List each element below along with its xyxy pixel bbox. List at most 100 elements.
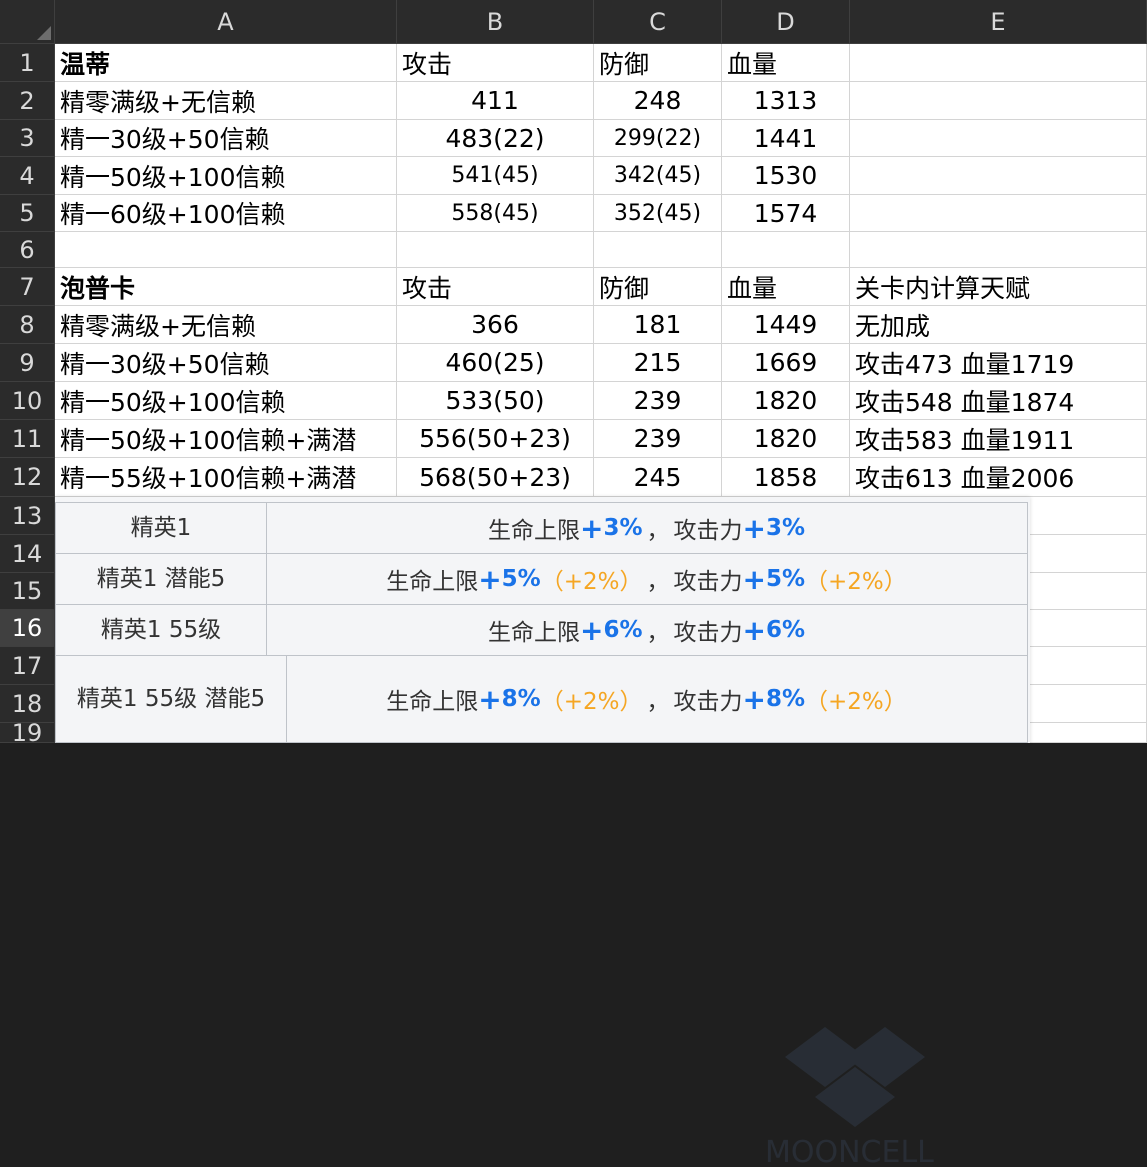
cell-d2[interactable]: 1313: [722, 82, 850, 120]
cell-a9[interactable]: 精一30级+50信赖: [55, 344, 397, 382]
hp-plus-icon: +: [579, 511, 604, 545]
cell-c10[interactable]: 239: [594, 382, 722, 420]
cell-b4[interactable]: 541(45): [397, 157, 594, 195]
cell-d11[interactable]: 1820: [722, 420, 850, 458]
cell-a10[interactable]: 精一50级+100信赖: [55, 382, 397, 420]
column-header-b[interactable]: B: [397, 0, 594, 44]
cell-e3[interactable]: [850, 120, 1147, 157]
cell-a5[interactable]: 精一60级+100信赖: [55, 195, 397, 232]
cell-b5[interactable]: 558(45): [397, 195, 594, 232]
row-header-6[interactable]: 6: [0, 232, 55, 268]
cell-c3[interactable]: 299(22): [594, 120, 722, 157]
cell-b8[interactable]: 366: [397, 306, 594, 344]
row-header-17[interactable]: 17: [0, 647, 55, 685]
cell-d12[interactable]: 1858: [722, 458, 850, 497]
cell-d3[interactable]: 1441: [722, 120, 850, 157]
cell-b7[interactable]: 攻击: [397, 268, 594, 306]
cell-e9[interactable]: 攻击473 血量1719: [850, 344, 1147, 382]
row-header-13[interactable]: 13: [0, 497, 55, 535]
row-header-1[interactable]: 1: [0, 44, 55, 82]
elite-bonus-table: MOONCELL 精英1 生命上限 +3%，攻击力 +3% 精英1 潜能5 生命上限 +5%…: [55, 497, 1030, 1167]
elite-bonus-row: 精英1 55级 生命上限 +6%，攻击力 +6%: [55, 604, 1028, 656]
row-header-15[interactable]: 15: [0, 573, 55, 610]
row-header-4[interactable]: 4: [0, 157, 55, 195]
cell-e11[interactable]: 攻击583 血量1911: [850, 420, 1147, 458]
hp-plus-icon: +: [478, 682, 502, 716]
cell-a4[interactable]: 精一50级+100信赖: [55, 157, 397, 195]
atk-potential-extra: （+2%）: [805, 569, 907, 595]
cell-c8[interactable]: 181: [594, 306, 722, 344]
cell-e8[interactable]: 无加成: [850, 306, 1147, 344]
cell-b12[interactable]: 568(50+23): [397, 458, 594, 497]
cell-a12[interactable]: 精一55级+100信赖+满潜: [55, 458, 397, 497]
separator: ，: [646, 569, 670, 595]
cell-c9[interactable]: 215: [594, 344, 722, 382]
elite-stage-label: 精英1: [56, 503, 267, 553]
cell-c2[interactable]: 248: [594, 82, 722, 120]
cell-a8[interactable]: 精零满级+无信赖: [55, 306, 397, 344]
row-header-8[interactable]: 8: [0, 306, 55, 344]
cell-b11[interactable]: 556(50+23): [397, 420, 594, 458]
atk-label: 攻击力: [673, 569, 743, 595]
cell-a1[interactable]: 温蒂: [55, 44, 397, 82]
cell-b6[interactable]: [397, 232, 594, 268]
cell-d1[interactable]: 血量: [722, 44, 850, 82]
column-header-a[interactable]: A: [55, 0, 397, 44]
row-header-14[interactable]: 14: [0, 535, 55, 573]
cell-b1[interactable]: 攻击: [397, 44, 594, 82]
cell-e7[interactable]: 关卡内计算天赋: [850, 268, 1147, 306]
cell-e5[interactable]: [850, 195, 1147, 232]
row-header-5[interactable]: 5: [0, 195, 55, 232]
elite-stage-label: 精英1 55级: [56, 605, 267, 655]
row-header-19[interactable]: 19: [0, 721, 55, 745]
cell-d6[interactable]: [722, 232, 850, 268]
column-header-c[interactable]: C: [594, 0, 722, 44]
row-header-2[interactable]: 2: [0, 82, 55, 120]
hp-plus-icon: +: [579, 613, 604, 647]
hp-bonus-value: 3%: [603, 515, 643, 541]
cell-a7[interactable]: 泡普卡: [55, 268, 397, 306]
column-header-d[interactable]: D: [722, 0, 850, 44]
cell-c11[interactable]: 239: [594, 420, 722, 458]
cell-e10[interactable]: 攻击548 血量1874: [850, 382, 1147, 420]
cell-b3[interactable]: 483(22): [397, 120, 594, 157]
elite-bonus-row: 精英1 55级 潜能5 生命上限 +8% （+2%），攻击力 +8% （+2%）: [55, 655, 1028, 743]
cell-d7[interactable]: 血量: [722, 268, 850, 306]
cell-d10[interactable]: 1820: [722, 382, 850, 420]
cell-b10[interactable]: 533(50): [397, 382, 594, 420]
cell-d4[interactable]: 1530: [722, 157, 850, 195]
cell-e1[interactable]: [850, 44, 1147, 82]
row-header-18[interactable]: 18: [0, 685, 55, 723]
cell-d8[interactable]: 1449: [722, 306, 850, 344]
row-header-7[interactable]: 7: [0, 268, 55, 306]
atk-plus-icon: +: [742, 562, 766, 596]
cell-d5[interactable]: 1574: [722, 195, 850, 232]
row-header-16[interactable]: 16: [0, 610, 55, 647]
hp-bonus-value: 6%: [603, 617, 643, 643]
cell-c6[interactable]: [594, 232, 722, 268]
cell-c4[interactable]: 342(45): [594, 157, 722, 195]
row-header-12[interactable]: 12: [0, 458, 55, 497]
cell-a2[interactable]: 精零满级+无信赖: [55, 82, 397, 120]
cell-c1[interactable]: 防御: [594, 44, 722, 82]
cell-d9[interactable]: 1669: [722, 344, 850, 382]
row-header-10[interactable]: 10: [0, 382, 55, 420]
cell-e2[interactable]: [850, 82, 1147, 120]
row-header-3[interactable]: 3: [0, 120, 55, 157]
cell-e4[interactable]: [850, 157, 1147, 195]
cell-b2[interactable]: 411: [397, 82, 594, 120]
cell-a3[interactable]: 精一30级+50信赖: [55, 120, 397, 157]
cell-c7[interactable]: 防御: [594, 268, 722, 306]
cell-b9[interactable]: 460(25): [397, 344, 594, 382]
hp-label: 生命上限: [487, 620, 580, 646]
cell-c12[interactable]: 245: [594, 458, 722, 497]
cell-e6[interactable]: [850, 232, 1147, 268]
select-all-corner[interactable]: [0, 0, 55, 44]
row-header-9[interactable]: 9: [0, 344, 55, 382]
cell-e12[interactable]: 攻击613 血量2006: [850, 458, 1147, 497]
column-header-e[interactable]: E: [850, 0, 1147, 44]
cell-a11[interactable]: 精一50级+100信赖+满潜: [55, 420, 397, 458]
cell-c5[interactable]: 352(45): [594, 195, 722, 232]
row-header-11[interactable]: 11: [0, 420, 55, 458]
cell-a6[interactable]: [55, 232, 397, 268]
